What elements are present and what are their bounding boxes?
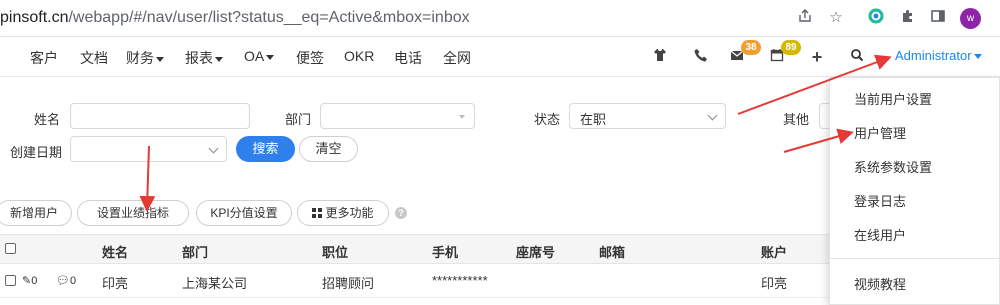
nav-item-oa[interactable]: OA [244, 48, 275, 64]
name-label: 姓名 [34, 112, 61, 127]
more-functions-label: 更多功能 [325, 206, 374, 220]
search-button[interactable]: 搜索 [236, 136, 295, 162]
more-functions-button[interactable]: 更多功能 [297, 200, 389, 226]
comment-count-value: 0 [31, 275, 38, 287]
menu-item-system-parameters[interactable]: 系统参数设置 [854, 157, 932, 176]
chevron-down-icon [266, 54, 275, 60]
set-target-button[interactable]: 设置业绩指标 [77, 200, 189, 226]
menu-item-online-users[interactable]: 在线用户 [854, 225, 906, 244]
message-count[interactable]: 💬︎0 [56, 274, 76, 287]
nav-finance-label: 财务 [126, 50, 154, 66]
dropdown-arrow-icon [459, 115, 465, 119]
url-field[interactable]: pinsoft.cn/webapp/#/nav/user/list?status… [0, 9, 470, 27]
cell-phone: *********** [432, 273, 488, 288]
user-menu-toggle[interactable]: Administrator [895, 48, 982, 63]
cell-position: 招聘顾问 [322, 276, 375, 291]
profile-avatar[interactable]: w [960, 8, 981, 29]
nav-item-network[interactable]: 全网 [443, 48, 471, 68]
chat-bubble-icon: 💬︎ [56, 275, 70, 287]
menu-divider [830, 258, 1000, 259]
side-panel-icon[interactable] [928, 8, 948, 28]
kpi-settings-button[interactable]: KPI分值设置 [196, 200, 292, 226]
menu-item-user-management[interactable]: 用户管理 [854, 123, 906, 142]
nav-item-documents[interactable]: 文档 [80, 48, 108, 68]
menu-item-current-user-settings[interactable]: 当前用户设置 [854, 89, 932, 108]
extensions-puzzle-icon[interactable] [898, 8, 918, 28]
new-user-button[interactable]: 新增用户 [0, 200, 72, 226]
menu-item-video-tutorial[interactable]: 视频教程 [854, 274, 906, 293]
plus-icon[interactable]: + [808, 48, 826, 66]
cell-dept: 上海某公司 [182, 276, 248, 291]
column-header[interactable]: 姓名 [102, 242, 128, 261]
chevron-down-icon [973, 54, 982, 60]
cell-name[interactable]: 印亮 [102, 273, 128, 292]
nav-item-phone[interactable]: 电话 [394, 48, 422, 68]
user-name: Administrator [895, 48, 972, 63]
user-dropdown-menu: 当前用户设置 用户管理 系统参数设置 登录日志 在线用户 视频教程 [829, 77, 1000, 305]
app-nav: 客户 文档 财务 报表 OA 便签 OKR 电话 全网 38 89 + Admi… [0, 37, 1000, 77]
nav-item-reports[interactable]: 报表 [185, 48, 223, 68]
bookmark-star-icon[interactable]: ☆ [826, 8, 846, 28]
cell-account: 印亮 [761, 276, 788, 291]
other-label: 其他 [783, 112, 810, 127]
nav-item-finance[interactable]: 财务 [126, 48, 164, 68]
shirt-icon[interactable] [651, 48, 669, 66]
clear-button[interactable]: 清空 [299, 136, 358, 162]
calendar-badge: 89 [781, 40, 801, 55]
column-header[interactable]: 职位 [322, 242, 348, 261]
search-icon[interactable] [848, 48, 866, 66]
nav-reports-label: 报表 [185, 50, 213, 66]
browser-address-bar: pinsoft.cn/webapp/#/nav/user/list?status… [0, 0, 1000, 37]
nav-oa-label: OA [244, 48, 265, 64]
status-value: 在职 [580, 112, 607, 127]
column-header[interactable]: 座席号 [516, 242, 555, 261]
created-date-select[interactable] [70, 136, 227, 162]
nav-item-okr[interactable]: OKR [344, 48, 374, 64]
created-date-label: 创建日期 [10, 145, 63, 160]
dept-label: 部门 [285, 112, 312, 127]
message-count-value: 0 [69, 275, 77, 287]
select-all-checkbox[interactable] [5, 243, 16, 254]
url-host: pinsoft.cn [0, 9, 69, 26]
status-label: 状态 [534, 112, 561, 127]
dept-select[interactable] [320, 103, 475, 129]
column-header[interactable]: 邮箱 [599, 242, 625, 261]
chevron-down-icon [215, 56, 223, 62]
name-input[interactable] [70, 103, 250, 129]
phone-icon[interactable] [692, 48, 710, 66]
comment-count[interactable]: ✎0 [22, 274, 37, 287]
column-header[interactable]: 部门 [182, 242, 208, 261]
grid-icon [312, 208, 323, 218]
row-checkbox[interactable] [5, 275, 16, 286]
edit-icon: ✎ [22, 275, 32, 287]
menu-item-login-log[interactable]: 登录日志 [854, 191, 906, 210]
status-select[interactable]: 在职 [569, 103, 726, 129]
share-icon[interactable] [795, 8, 815, 28]
chevron-down-icon [156, 56, 164, 62]
mail-badge: 38 [741, 40, 761, 55]
column-header[interactable]: 账户 [761, 242, 787, 261]
chevron-down-icon [707, 110, 718, 121]
column-header[interactable]: 手机 [432, 242, 458, 261]
chevron-down-icon [208, 143, 219, 154]
nav-item-customers[interactable]: 客户 [30, 48, 58, 68]
nav-item-notes[interactable]: 便签 [296, 48, 324, 68]
extension-logo-icon[interactable] [866, 8, 886, 28]
url-path: /webapp/#/nav/user/list?status__eq=Activ… [68, 9, 470, 26]
help-icon[interactable]: ? [395, 207, 407, 219]
